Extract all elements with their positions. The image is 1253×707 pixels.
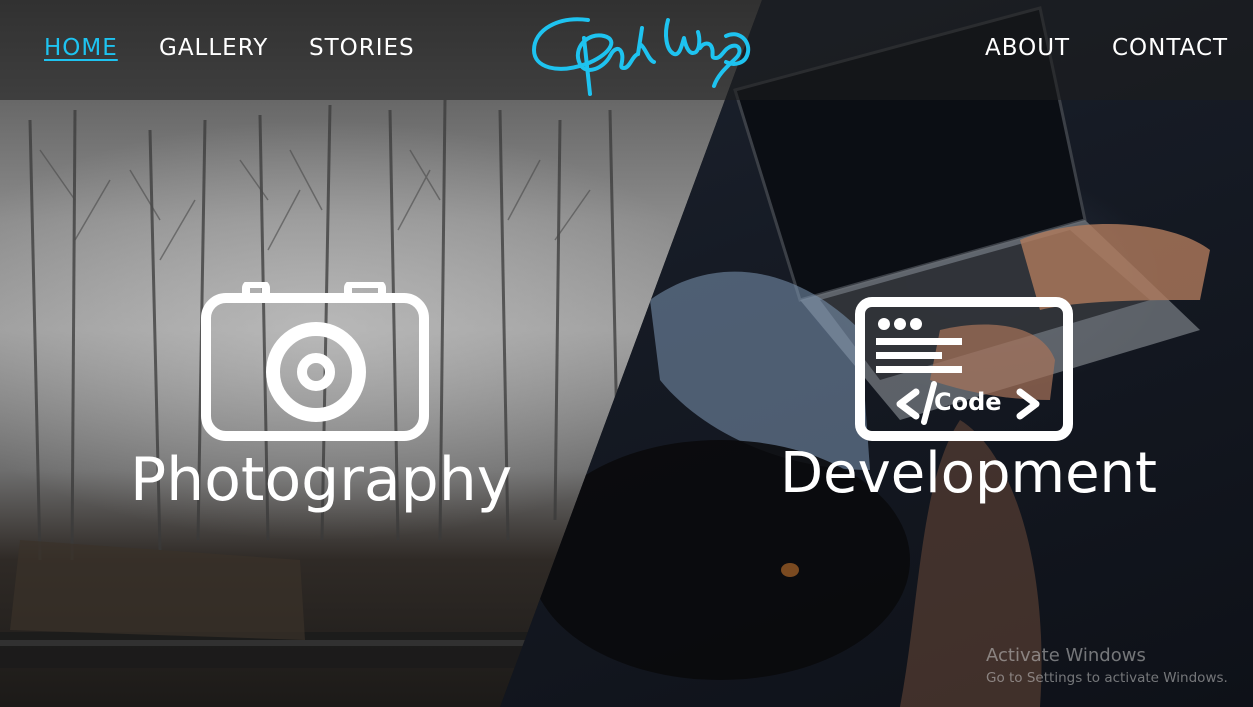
code-window-icon: Code: [855, 297, 1073, 441]
photography-feature[interactable]: Photography: [130, 280, 513, 520]
watermark-title: Activate Windows: [986, 645, 1146, 666]
windows-activation-watermark: Activate Windows Go to Settings to activ…: [986, 644, 1228, 688]
signature-logo[interactable]: [528, 8, 756, 96]
development-feature[interactable]: Code Development: [780, 290, 1157, 520]
watermark-subtitle: Go to Settings to activate Windows.: [986, 670, 1228, 686]
camera-icon: [201, 282, 429, 441]
nav-link-stories[interactable]: STORIES: [309, 33, 415, 63]
nav-link-gallery[interactable]: GALLERY: [159, 33, 268, 63]
nav-link-about[interactable]: ABOUT: [985, 33, 1070, 63]
nav-link-home[interactable]: HOME: [44, 33, 118, 63]
development-label: Development: [780, 441, 1157, 506]
photography-label: Photography: [130, 445, 513, 515]
svg-text:Code: Code: [934, 388, 1002, 416]
nav-link-contact[interactable]: CONTACT: [1112, 33, 1228, 63]
